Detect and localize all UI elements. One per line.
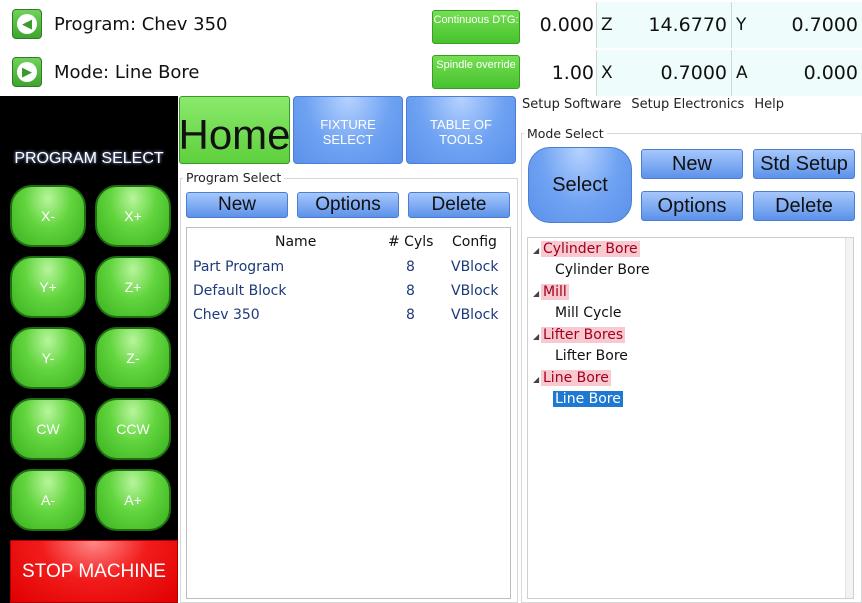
delete-mode-button[interactable]: Delete	[753, 191, 855, 221]
jog-y-plus-button[interactable]: Y+	[10, 256, 86, 318]
row-cyls[interactable]: 8	[406, 259, 415, 275]
tree-leaf-cylinder-bore[interactable]: Cylinder Bore	[555, 262, 650, 278]
mode-label: Mode: Line Bore	[54, 62, 200, 83]
arrow-left-icon: ◀	[17, 14, 37, 34]
row-config[interactable]: VBlock	[451, 307, 498, 323]
row-config[interactable]: VBlock	[451, 259, 498, 275]
spindle-override-button[interactable]: Spindle override	[432, 55, 520, 89]
stop-machine-button[interactable]: STOP MACHINE	[10, 540, 178, 603]
jog-x-minus-button[interactable]: X-	[10, 185, 86, 247]
z-axis-label: Z	[601, 15, 613, 35]
jog-cw-button[interactable]: CW	[10, 398, 86, 460]
row-cyls[interactable]: 8	[406, 307, 415, 323]
program-label: Program: Chev 350	[54, 14, 228, 35]
continuous-dtg-button[interactable]: Continuous DTG:	[432, 10, 520, 44]
tree-leaf-mill-cycle[interactable]: Mill Cycle	[555, 305, 621, 321]
tab-table-of-tools[interactable]: TABLE OF TOOLS	[406, 96, 516, 164]
jog-z-plus-button[interactable]: Z+	[95, 256, 171, 318]
y-readout: Y 0.7000	[731, 2, 862, 48]
collapse-triangle-icon[interactable]: ◢	[533, 332, 539, 341]
x-readout: X 0.7000	[596, 50, 731, 96]
dtg-value: 0.000	[539, 14, 594, 36]
a-axis-label: A	[736, 63, 748, 83]
program-select-heading[interactable]: PROGRAM SELECT	[0, 150, 178, 168]
y-value: 0.7000	[791, 14, 858, 36]
program-list: Name # Cyls Config Part Program 8 VBlock…	[186, 227, 511, 599]
jog-z-minus-button[interactable]: Z-	[95, 327, 171, 389]
x-value: 0.7000	[660, 62, 727, 84]
a-readout: A 0.000	[731, 50, 862, 96]
tab-fixture-select[interactable]: FIXTURE SELECT	[293, 96, 403, 164]
collapse-triangle-icon[interactable]: ◢	[533, 375, 539, 384]
row-name[interactable]: Default Block	[193, 283, 286, 299]
z-readout: Z 14.6770	[596, 2, 731, 48]
row-name[interactable]: Chev 350	[193, 307, 260, 323]
arrow-right-icon: ▶	[17, 62, 37, 82]
x-axis-label: X	[601, 63, 613, 83]
select-mode-button[interactable]: Select	[528, 147, 632, 223]
menu-bar: Setup Software Setup Electronics Help	[522, 97, 790, 112]
tree-node-cylinder-bore[interactable]: Cylinder Bore	[541, 241, 640, 257]
z-value: 14.6770	[648, 14, 727, 36]
forward-button[interactable]: ▶	[12, 57, 42, 87]
tree-node-line-bore[interactable]: Line Bore	[541, 370, 611, 386]
column-header-config[interactable]: Config	[452, 234, 497, 250]
tree-leaf-lifter-bore[interactable]: Lifter Bore	[555, 348, 628, 364]
spindle-override-value: 1.00	[551, 62, 594, 84]
tree-leaf-line-bore-selected[interactable]: Line Bore	[553, 391, 623, 407]
menu-setup-electronics[interactable]: Setup Electronics	[631, 97, 744, 112]
mode-select-group-label: Mode Select	[524, 126, 607, 141]
delete-program-button[interactable]: Delete	[408, 192, 510, 218]
jog-ccw-button[interactable]: CCW	[95, 398, 171, 460]
tree-node-lifter-bores[interactable]: Lifter Bores	[541, 327, 626, 343]
column-header-name[interactable]: Name	[275, 234, 316, 250]
collapse-triangle-icon[interactable]: ◢	[533, 246, 539, 255]
tree-scrollbar[interactable]	[845, 238, 853, 598]
tree-node-mill[interactable]: Mill	[541, 284, 569, 300]
menu-setup-software[interactable]: Setup Software	[522, 97, 621, 112]
jog-a-minus-button[interactable]: A-	[10, 469, 86, 531]
jog-x-plus-button[interactable]: X+	[95, 185, 171, 247]
std-setup-button[interactable]: Std Setup	[753, 149, 855, 179]
mode-tree: ◢ Cylinder Bore Cylinder Bore ◢ Mill Mil…	[527, 237, 854, 599]
new-mode-button[interactable]: New	[641, 149, 743, 179]
y-axis-label: Y	[736, 15, 747, 35]
back-button[interactable]: ◀	[12, 9, 42, 39]
program-options-button[interactable]: Options	[297, 192, 399, 218]
column-header-cyls[interactable]: # Cyls	[388, 234, 433, 250]
jog-a-plus-button[interactable]: A+	[95, 469, 171, 531]
a-value: 0.000	[803, 62, 858, 84]
row-config[interactable]: VBlock	[451, 283, 498, 299]
tab-home[interactable]: Home	[178, 96, 291, 164]
mode-options-button[interactable]: Options	[641, 191, 743, 221]
jog-y-minus-button[interactable]: Y-	[10, 327, 86, 389]
menu-help[interactable]: Help	[754, 97, 784, 112]
row-cyls[interactable]: 8	[406, 283, 415, 299]
collapse-triangle-icon[interactable]: ◢	[533, 289, 539, 298]
row-name[interactable]: Part Program	[193, 259, 284, 275]
program-select-group-label: Program Select	[183, 170, 285, 185]
new-program-button[interactable]: New	[186, 192, 288, 218]
